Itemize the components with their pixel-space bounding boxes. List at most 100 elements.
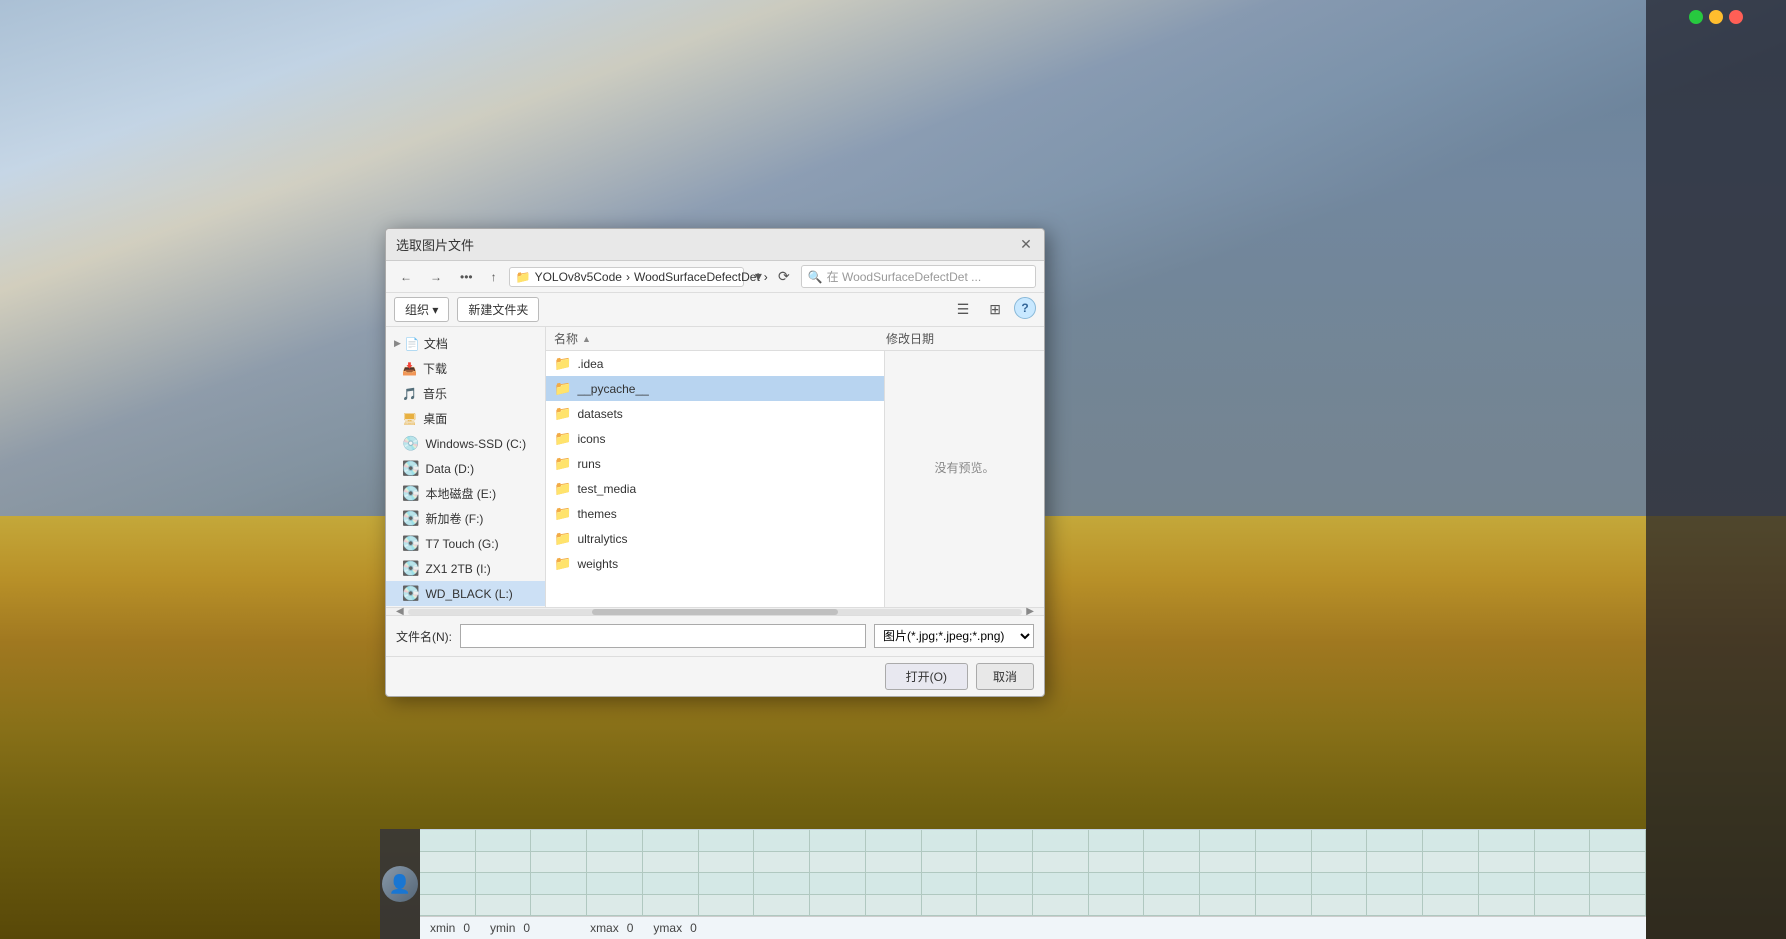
new-folder-button[interactable]: 新建文件夹 xyxy=(457,297,539,322)
table-cell xyxy=(754,852,810,874)
breadcrumb-dropdown-button[interactable]: ▾ xyxy=(750,265,767,288)
table-cell xyxy=(643,830,699,852)
sidebar-item-local-e[interactable]: 💽 本地磁盘 (E:) xyxy=(386,481,545,506)
sidebar-item-data-d[interactable]: 💽 Data (D:) xyxy=(386,456,545,481)
table-cell xyxy=(643,852,699,874)
dialog-body: ▶ 📄 文档 📥 下载 🎵 音乐 🖥 桌面 💿 xyxy=(386,327,1044,607)
xmax-label: xmax xyxy=(590,921,619,935)
filelist-header: 名称 ▲ 修改日期 xyxy=(546,327,1044,351)
table-cell xyxy=(1590,873,1646,895)
file-name-test_media: test_media xyxy=(577,482,880,496)
table-cell xyxy=(1312,873,1368,895)
table-cell xyxy=(1089,852,1145,874)
drive-icon-e: 💽 xyxy=(402,485,419,502)
table-cell xyxy=(1367,873,1423,895)
table-cell xyxy=(810,873,866,895)
sidebar-item-label-downloads: 下载 xyxy=(423,360,447,377)
breadcrumb-part2[interactable]: WoodSurfaceDefectDet xyxy=(634,270,760,284)
bottom-area: xmin 0 ymin 0 xmax 0 ymax 0 xyxy=(420,829,1646,939)
file-name-themes: themes xyxy=(577,507,880,521)
sidebar-item-wd-black-l[interactable]: 💽 WD_BLACK (L:) xyxy=(386,581,545,606)
folder-icon-downloads: 📥 xyxy=(402,362,417,376)
col-date-header[interactable]: 修改日期 xyxy=(886,330,1036,347)
table-cell xyxy=(977,830,1033,852)
table-cell xyxy=(587,873,643,895)
file-name-icons: icons xyxy=(577,432,880,446)
dialog-titlebar: 选取图片文件 ✕ xyxy=(386,229,1044,261)
search-icon: 🔍 xyxy=(808,270,823,284)
table-cell xyxy=(1144,830,1200,852)
sidebar-group-documents[interactable]: ▶ 📄 文档 xyxy=(386,331,545,356)
table-cell xyxy=(476,873,532,895)
sidebar-item-label-zx1-i: ZX1 2TB (I:) xyxy=(425,562,490,576)
breadcrumb-part1[interactable]: YOLOv8v5Code xyxy=(535,270,622,284)
traffic-light-red[interactable] xyxy=(1729,10,1743,24)
table-cell xyxy=(810,852,866,874)
table-cell xyxy=(1033,830,1089,852)
hscroll-right-arrow[interactable]: ▶ xyxy=(1026,606,1034,617)
table-cell xyxy=(1144,873,1200,895)
details-view-button[interactable]: ⊞ xyxy=(982,297,1008,322)
file-name-runs: runs xyxy=(577,457,880,471)
xmax-stat: xmax 0 xyxy=(590,921,633,935)
table-cell xyxy=(699,852,755,874)
table-cell xyxy=(754,873,810,895)
bottom-stats: xmin 0 ymin 0 xmax 0 ymax 0 xyxy=(420,916,1646,939)
table-cell xyxy=(922,873,978,895)
sidebar-toggle-icon: ▶ xyxy=(394,338,401,349)
table-cell xyxy=(1200,830,1256,852)
hscroll-thumb[interactable] xyxy=(592,609,838,615)
table-cell xyxy=(1312,895,1368,917)
dialog-close-button[interactable]: ✕ xyxy=(1018,237,1034,253)
forward-button[interactable]: → xyxy=(424,267,448,287)
table-cell xyxy=(1423,895,1479,917)
sidebar-item-t7-touch-g[interactable]: 💽 T7 Touch (G:) xyxy=(386,531,545,556)
sidebar-item-desktop[interactable]: 🖥 桌面 xyxy=(386,406,545,431)
xmax-value: 0 xyxy=(627,921,634,935)
table-cell xyxy=(977,895,1033,917)
sidebar-item-music[interactable]: 🎵 音乐 xyxy=(386,381,545,406)
actions-right: ☰ ⊞ ? xyxy=(950,297,1036,322)
table-cell xyxy=(531,830,587,852)
sidebar-item-zx1-i[interactable]: 💽 ZX1 2TB (I:) xyxy=(386,556,545,581)
traffic-light-yellow[interactable] xyxy=(1709,10,1723,24)
list-view-button[interactable]: ☰ xyxy=(950,297,977,322)
sidebar-item-label-music: 音乐 xyxy=(423,385,447,402)
table-cell xyxy=(420,852,476,874)
refresh-button[interactable]: ⟳ xyxy=(773,265,795,288)
dots-button[interactable]: ••• xyxy=(454,267,479,287)
cancel-button[interactable]: 取消 xyxy=(976,663,1034,690)
actions-left: 组织 ▾ 新建文件夹 xyxy=(394,297,539,322)
hscroll-left-arrow[interactable]: ◀ xyxy=(396,606,404,617)
sidebar-item-new-f[interactable]: 💽 新加卷 (F:) xyxy=(386,506,545,531)
col-name-header[interactable]: 名称 ▲ xyxy=(554,330,886,347)
table-cell xyxy=(420,873,476,895)
folder-icon-__pycache__: 📁 xyxy=(554,380,571,397)
table-cell xyxy=(531,895,587,917)
help-button[interactable]: ? xyxy=(1014,297,1036,319)
table-cell xyxy=(1590,895,1646,917)
table-cell xyxy=(866,852,922,874)
table-cell xyxy=(1423,852,1479,874)
table-cell xyxy=(1479,830,1535,852)
filename-label: 文件名(N): xyxy=(396,628,452,645)
back-button[interactable]: ← xyxy=(394,267,418,287)
table-cell xyxy=(587,895,643,917)
traffic-light-green[interactable] xyxy=(1689,10,1703,24)
xmin-label: xmin xyxy=(430,921,455,935)
sidebar-item-windows-ssd[interactable]: 💿 Windows-SSD (C:) xyxy=(386,431,545,456)
filename-input[interactable] xyxy=(460,624,866,648)
sidebar-item-label-wd-black-l: WD_BLACK (L:) xyxy=(425,587,512,601)
table-cell xyxy=(643,895,699,917)
filetype-select[interactable]: 图片(*.jpg;*.jpeg;*.png) 所有文件(*.*) xyxy=(874,624,1034,648)
grid-table xyxy=(420,829,1646,916)
traffic-lights xyxy=(1689,10,1743,24)
table-cell xyxy=(1200,895,1256,917)
up-button[interactable]: ↑ xyxy=(485,267,503,287)
organize-button[interactable]: 组织 ▾ xyxy=(394,297,449,322)
ymin-value: 0 xyxy=(523,921,530,935)
table-cell xyxy=(476,830,532,852)
drive-icon-i: 💽 xyxy=(402,560,419,577)
open-button[interactable]: 打开(O) xyxy=(885,663,968,690)
sidebar-item-downloads[interactable]: 📥 下载 xyxy=(386,356,545,381)
